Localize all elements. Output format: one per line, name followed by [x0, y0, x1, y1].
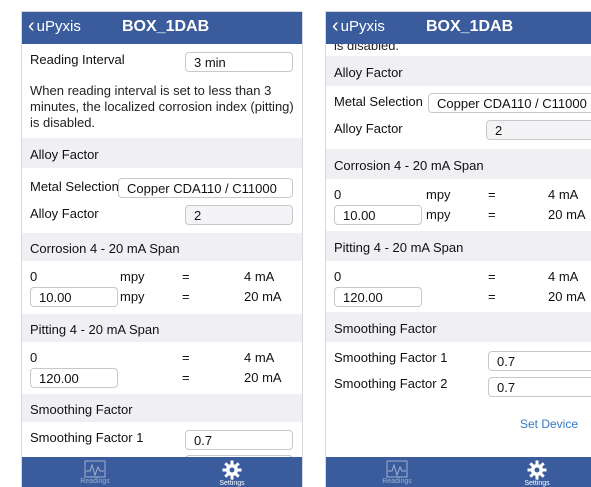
tab-bar: Readings Settings: [326, 457, 591, 487]
section-alloy-factor: Alloy Factor: [22, 138, 302, 168]
note-line-1: When reading interval is set to less tha…: [30, 83, 272, 98]
waveform-icon: [386, 460, 408, 478]
corrosion-ma-low: 4 mA: [548, 187, 579, 202]
metal-selection-field[interactable]: Copper CDA110 / C11000: [428, 93, 591, 113]
section-title: Smoothing Factor: [30, 402, 133, 417]
smoothing-factor-1-label: Smoothing Factor 1: [30, 430, 144, 445]
pitting-low-value: 0: [30, 350, 38, 365]
tab-settings-label: Settings: [219, 480, 245, 487]
section-title: Pitting 4 - 20 mA Span: [30, 322, 160, 337]
corrosion-unit-high: mpy: [426, 207, 451, 222]
back-button[interactable]: ‹ uPyxis: [332, 14, 385, 37]
reading-interval-label: Reading Interval: [30, 52, 125, 67]
chevron-left-icon: ‹: [28, 14, 35, 37]
back-label: uPyxis: [36, 18, 81, 35]
tab-settings-label: Settings: [524, 480, 550, 487]
tab-readings-label: Readings: [80, 478, 110, 485]
tab-readings[interactable]: Readings: [70, 460, 120, 485]
pitting-high-field[interactable]: 120.00: [334, 287, 422, 307]
alloy-factor-label: Alloy Factor: [30, 206, 99, 221]
section-title: Alloy Factor: [30, 147, 99, 162]
pitting-low-value: 0: [334, 269, 342, 284]
equals-sign: =: [182, 350, 190, 365]
tab-settings[interactable]: Settings: [512, 460, 562, 487]
metal-selection-label: Metal Selection: [30, 179, 119, 194]
corrosion-ma-high: 20 mA: [244, 289, 282, 304]
nav-bar: ‹ uPyxis BOX_1DAB: [22, 12, 302, 44]
nav-bar: ‹ uPyxis BOX_1DAB: [326, 12, 591, 44]
chevron-left-icon: ‹: [332, 14, 339, 37]
gear-icon: [222, 460, 242, 480]
section-title: Corrosion 4 - 20 mA Span: [30, 241, 180, 256]
note-line-2: minutes, the localized corrosion index (…: [30, 99, 294, 114]
note-line-3: is disabled.: [30, 115, 96, 130]
section-corrosion-span: Corrosion 4 - 20 mA Span: [22, 233, 302, 261]
pitting-ma-low: 4 mA: [548, 269, 579, 284]
waveform-icon: [84, 460, 106, 478]
section-smoothing-factor: Smoothing Factor: [326, 312, 591, 342]
phone-screen-left: ‹ uPyxis BOX_1DAB Reading Interval 3 min…: [22, 12, 302, 487]
corrosion-unit-low: mpy: [120, 269, 145, 284]
equals-sign: =: [488, 289, 496, 304]
section-pitting-span: Pitting 4 - 20 mA Span: [326, 231, 591, 261]
corrosion-unit-low: mpy: [426, 187, 451, 202]
section-title: Smoothing Factor: [334, 321, 437, 336]
section-smoothing-factor: Smoothing Factor: [22, 394, 302, 422]
settings-content: is disabled. Alloy Factor Metal Selectio…: [326, 44, 591, 457]
back-button[interactable]: ‹ uPyxis: [28, 14, 81, 37]
nav-title: BOX_1DAB: [426, 18, 514, 35]
corrosion-ma-low: 4 mA: [244, 269, 275, 284]
tab-settings[interactable]: Settings: [207, 460, 257, 487]
set-device-button[interactable]: Set Device: [520, 417, 578, 431]
equals-sign: =: [182, 289, 190, 304]
pitting-ma-low: 4 mA: [244, 350, 275, 365]
nav-title: BOX_1DAB: [122, 18, 210, 35]
section-title: Alloy Factor: [334, 65, 403, 80]
alloy-factor-label: Alloy Factor: [334, 121, 403, 136]
equals-sign: =: [488, 207, 496, 222]
smoothing-factor-2-field[interactable]: 0.7: [488, 377, 591, 397]
corrosion-high-field[interactable]: 10.00: [334, 205, 422, 225]
smoothing-factor-1-label: Smoothing Factor 1: [334, 350, 448, 365]
pitting-ma-high: 20 mA: [244, 370, 282, 385]
section-corrosion-span: Corrosion 4 - 20 mA Span: [326, 149, 591, 179]
reading-interval-field[interactable]: 3 min: [185, 52, 293, 72]
section-alloy-factor: Alloy Factor: [326, 56, 591, 86]
equals-sign: =: [182, 370, 190, 385]
pitting-high-field[interactable]: 120.00: [30, 368, 118, 388]
corrosion-low-value: 0: [30, 269, 38, 284]
tab-readings-label: Readings: [382, 478, 412, 485]
metal-selection-label: Metal Selection: [334, 94, 423, 109]
alloy-factor-field: 2: [486, 120, 591, 140]
tab-readings[interactable]: Readings: [372, 460, 422, 485]
section-title: Corrosion 4 - 20 mA Span: [334, 158, 484, 173]
corrosion-low-value: 0: [334, 187, 342, 202]
tab-bar: Readings Settings: [22, 457, 302, 487]
corrosion-high-field[interactable]: 10.00: [30, 287, 118, 307]
smoothing-factor-1-field[interactable]: 0.7: [185, 430, 293, 450]
smoothing-factor-2-label: Smoothing Factor 2: [334, 376, 448, 391]
equals-sign: =: [488, 269, 496, 284]
section-title: Pitting 4 - 20 mA Span: [334, 240, 464, 255]
phone-screen-right: ‹ uPyxis BOX_1DAB is disabled. Alloy Fac…: [326, 12, 591, 487]
corrosion-unit-high: mpy: [120, 289, 145, 304]
equals-sign: =: [182, 269, 190, 284]
metal-selection-field[interactable]: Copper CDA110 / C11000: [118, 178, 293, 198]
back-label: uPyxis: [340, 18, 385, 35]
note-line-3: is disabled.: [334, 44, 400, 53]
gear-icon: [527, 460, 547, 480]
equals-sign: =: [488, 187, 496, 202]
smoothing-factor-1-field[interactable]: 0.7: [488, 351, 591, 371]
corrosion-ma-high: 20 mA: [548, 207, 586, 222]
section-pitting-span: Pitting 4 - 20 mA Span: [22, 314, 302, 342]
alloy-factor-field: 2: [185, 205, 293, 225]
settings-content: Reading Interval 3 min When reading inte…: [22, 44, 302, 457]
pitting-ma-high: 20 mA: [548, 289, 586, 304]
